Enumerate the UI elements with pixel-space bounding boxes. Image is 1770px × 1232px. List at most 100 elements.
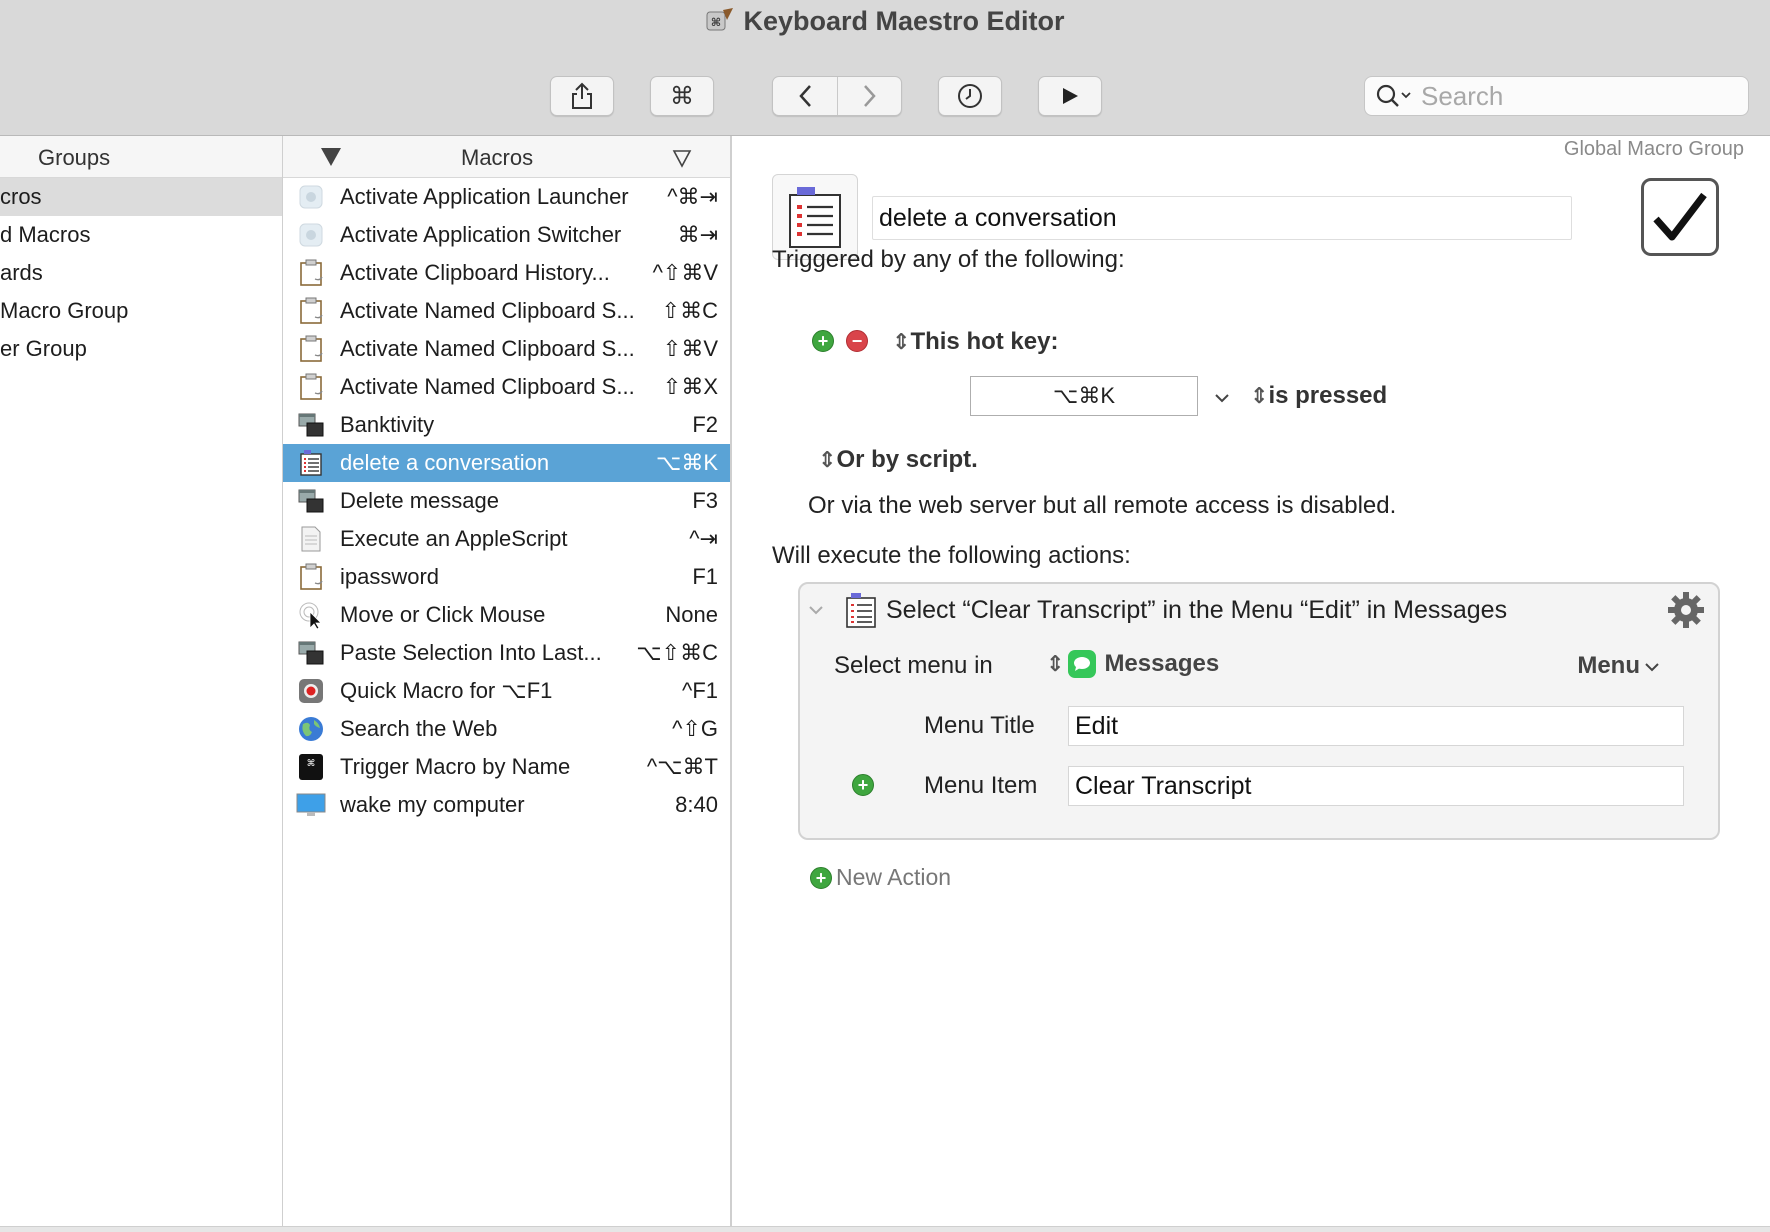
macro-trigger-key: F2 [692,412,718,437]
macro-trigger-key: F1 [692,564,718,589]
checkmark-icon [1653,192,1707,241]
macros-column-header[interactable]: Macros [283,136,730,178]
command-button[interactable]: ⌘ [650,76,714,116]
groups-list: cros d Macros ards Macro Group er Group [0,178,282,368]
macros-panel: Macros Activate Application Launcher ^⌘⇥ A… [283,136,732,1226]
macro-name: Activate Application Launcher [340,184,629,209]
macro-name: Delete message [340,488,499,513]
add-trigger-button[interactable]: + [812,330,834,352]
macro-name: Search the Web [340,716,498,741]
record-icon [296,676,326,706]
macro-name: Execute an AppleScript [340,526,568,551]
group-item[interactable]: cros [0,178,282,216]
macro-group-label[interactable]: Global Macro Group [1564,138,1744,161]
forward-button[interactable] [836,77,901,115]
hotkey-trigger-popup[interactable]: ⇕This hot key: [892,328,1058,356]
script-trigger-label: Or by script. [836,446,978,473]
macro-row[interactable]: ipassword F1 [283,558,730,596]
macro-row[interactable]: Activate Application Switcher ⌘⇥ [283,216,730,254]
filter-triangle-icon[interactable] [672,148,692,168]
macro-row[interactable]: Move or Click Mouse None [283,596,730,634]
group-item[interactable]: ards [0,254,282,292]
gear-icon[interactable] [1666,590,1706,630]
script-trigger-popup[interactable]: ⇕Or by script. [818,446,978,474]
action-select-menu[interactable]: Select “Clear Transcript” in the Menu “E… [798,582,1720,840]
macro-name: Activate Named Clipboard S... [340,298,635,323]
menu-dropdown[interactable]: Menu [1577,652,1660,680]
macro-row[interactable]: Activate Named Clipboard S... ⇧⌘V [283,330,730,368]
macro-row[interactable]: Activate Clipboard History... ^⇧⌘V [283,254,730,292]
application-name: Messages [1104,650,1220,677]
menu-title-label: Menu Title [924,712,1035,739]
group-item-label: er Group [0,336,87,361]
macro-editor: Global Macro Group Triggered by any of t… [732,136,1770,1226]
macro-trigger-key: ⌥⇧⌘C [636,640,718,665]
run-button[interactable] [1038,76,1102,116]
new-action-button[interactable]: + New Action [810,864,951,891]
toolbar: ⌘ Keyboard Maestro Editor ⌘ [0,0,1770,136]
macro-trigger-key: F3 [692,488,718,513]
web-server-note: Or via the web server but all remote acc… [808,492,1397,519]
macro-row[interactable]: Paste Selection Into Last... ⌥⇧⌘C [283,634,730,672]
is-pressed-popup[interactable]: ⇕is pressed [1250,382,1387,410]
add-menu-item-button[interactable]: + [852,774,874,796]
action-title: Select “Clear Transcript” in the Menu “E… [886,596,1508,624]
macro-name-field[interactable] [872,196,1572,240]
group-item[interactable]: Macro Group [0,292,282,330]
macro-row[interactable]: Delete message F3 [283,482,730,520]
macro-name: Activate Named Clipboard S... [340,336,635,361]
will-execute-label: Will execute the following actions: [772,542,1131,569]
macro-row[interactable]: delete a conversation ⌥⌘K [283,444,730,482]
macro-row[interactable]: Activate Named Clipboard S... ⇧⌘X [283,368,730,406]
macro-name: wake my computer [340,792,525,817]
disclosure-triangle-icon[interactable] [808,600,824,621]
sort-triangle-icon[interactable] [321,148,341,166]
add-icon: + [810,866,832,889]
svg-text:⌘: ⌘ [711,16,721,29]
menu-list-icon [296,448,326,478]
macro-row[interactable]: Activate Named Clipboard S... ⇧⌘C [283,292,730,330]
command-icon: ⌘ [670,82,694,110]
macro-trigger-key: ⇧⌘V [662,336,718,361]
clipboard-icon [296,334,326,364]
history-button[interactable] [938,76,1002,116]
macro-name: Activate Application Switcher [340,222,622,247]
menu-item-field[interactable] [1068,766,1684,806]
group-item[interactable]: d Macros [0,216,282,254]
macro-enable-checkbox[interactable] [1641,178,1719,256]
group-item-label: cros [0,184,42,209]
hotkey-trigger-label: This hot key: [910,328,1059,355]
macro-name: Quick Macro for ⌥F1 [340,678,553,703]
macro-trigger-key: ⇧⌘X [662,374,718,399]
search-icon [1375,83,1415,109]
share-button[interactable] [550,76,614,116]
macro-trigger-key: ^⇧G [672,716,718,741]
chevron-down-icon[interactable] [1214,388,1230,409]
search-field[interactable] [1364,76,1749,116]
keyboard-maestro-app-icon: ⌘ [705,6,735,34]
play-icon [1063,88,1078,104]
hotkey-field[interactable]: ⌥⌘K [970,376,1198,416]
macro-row[interactable]: Activate Application Launcher ^⌘⇥ [283,178,730,216]
remove-trigger-button[interactable]: − [846,330,868,352]
macro-name: Trigger Macro by Name [340,754,571,779]
clock-icon [958,84,982,108]
macro-trigger-key: ⌥⌘K [655,450,718,475]
script-icon [296,524,326,554]
macro-row[interactable]: Search the Web ^⇧G [283,710,730,748]
macro-trigger-key: ^F1 [682,678,718,703]
macro-row[interactable]: Execute an AppleScript ^⇥ [283,520,730,558]
macro-row[interactable]: Banktivity F2 [283,406,730,444]
group-item[interactable]: er Group [0,330,282,368]
menu-title-field[interactable] [1068,706,1684,746]
back-button[interactable] [773,77,838,115]
macro-row[interactable]: ⌘ Trigger Macro by Name ^⌥⌘T [283,748,730,786]
macro-trigger-key: ^⌘⇥ [667,184,718,209]
groups-column-header[interactable]: Groups [0,136,282,178]
windows-icon [296,638,326,668]
app-icon [296,182,326,212]
application-popup[interactable]: ⇕ Messages [1046,650,1219,678]
macro-row[interactable]: wake my computer 8:40 [283,786,730,824]
macro-row[interactable]: Quick Macro for ⌥F1 ^F1 [283,672,730,710]
search-input[interactable] [1421,80,1721,112]
